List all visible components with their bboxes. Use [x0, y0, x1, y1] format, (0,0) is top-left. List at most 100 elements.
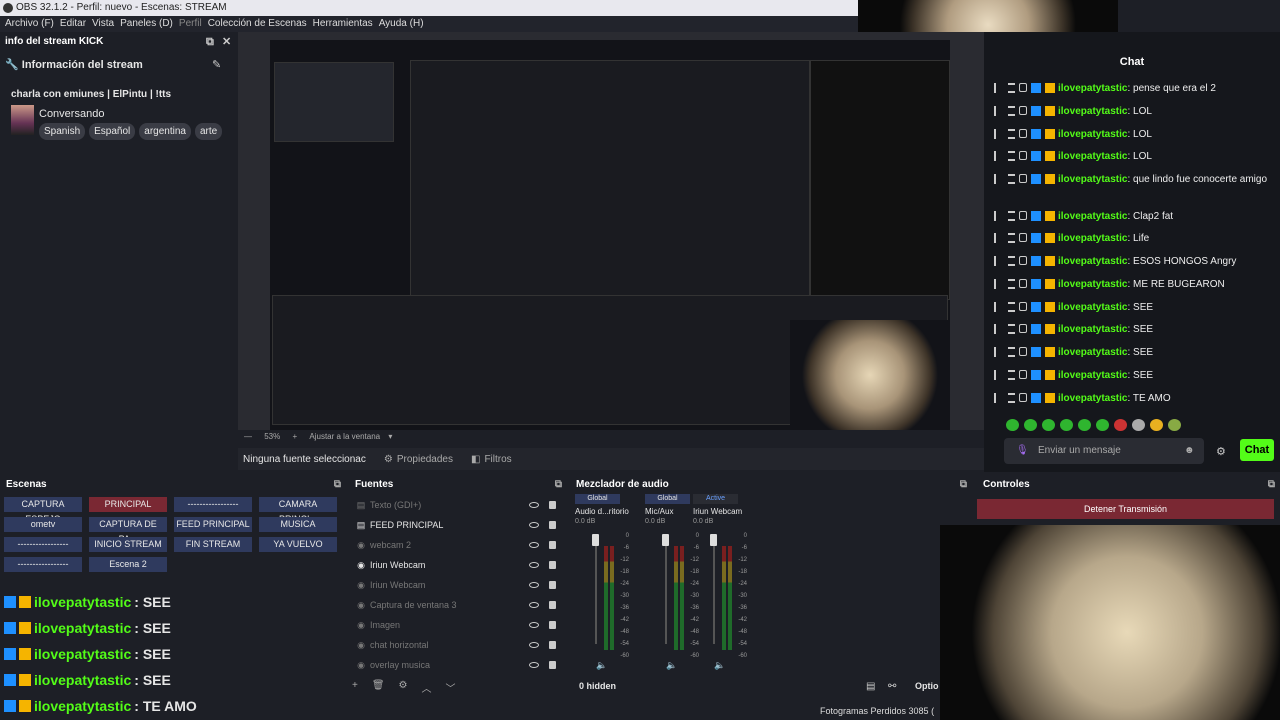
- properties-button[interactable]: ⚙ Propiedades: [384, 454, 453, 465]
- preview-area[interactable]: [238, 32, 984, 430]
- eye-icon[interactable]: [529, 562, 539, 568]
- speaker-icon[interactable]: 🔈: [666, 660, 677, 671]
- zoom-minus-icon[interactable]: —: [244, 432, 252, 441]
- float-icon[interactable]: ⧉: [206, 32, 214, 52]
- source-item[interactable]: ◉ Iriun Webcam: [356, 556, 556, 574]
- trash-icon[interactable]: [994, 324, 1004, 335]
- scene-button[interactable]: CAPTURA ESPEJO: [4, 497, 82, 524]
- lock-icon[interactable]: [549, 601, 556, 609]
- emote-icon[interactable]: [1168, 419, 1181, 431]
- microphone-icon[interactable]: 🎙: [1016, 438, 1029, 464]
- scene-button[interactable]: CAPTURA DE PA...: [89, 517, 167, 544]
- shield-icon[interactable]: [1019, 393, 1027, 403]
- gear-icon[interactable]: ⚙: [399, 680, 408, 694]
- trash-icon[interactable]: [994, 233, 1004, 244]
- trash-icon[interactable]: [994, 347, 1004, 358]
- lock-icon[interactable]: [549, 661, 556, 669]
- trash-icon[interactable]: [994, 393, 1004, 404]
- list-icon[interactable]: ▤: [866, 681, 875, 692]
- chat-username[interactable]: ilovepatytastic: [1058, 129, 1127, 140]
- menu-herramientas[interactable]: Herramientas: [310, 16, 376, 32]
- source-item[interactable]: ◉ Captura de ventana 3: [356, 596, 556, 614]
- emote-icon[interactable]: [1042, 419, 1055, 431]
- volume-fader[interactable]: [665, 536, 667, 644]
- eye-icon[interactable]: [529, 542, 539, 548]
- chevron-down-icon[interactable]: ▾: [388, 432, 392, 441]
- timeout-icon[interactable]: [1008, 233, 1015, 244]
- lock-icon[interactable]: [549, 501, 556, 509]
- timeout-icon[interactable]: [1008, 324, 1015, 335]
- lock-icon[interactable]: [549, 641, 556, 649]
- send-chat-button[interactable]: Chat: [1240, 439, 1274, 461]
- chat-username[interactable]: ilovepatytastic: [1058, 279, 1127, 290]
- eye-icon[interactable]: [529, 602, 539, 608]
- timeout-icon[interactable]: [1008, 279, 1015, 290]
- shield-icon[interactable]: [1019, 256, 1027, 266]
- timeout-icon[interactable]: [1008, 174, 1015, 185]
- settings-gear-icon[interactable]: ⚙: [1216, 445, 1226, 458]
- shield-icon[interactable]: [1019, 151, 1027, 161]
- chat-username[interactable]: ilovepatytastic: [1058, 347, 1127, 358]
- trash-icon[interactable]: [994, 174, 1004, 185]
- eye-icon[interactable]: [529, 662, 539, 668]
- stop-stream-button[interactable]: Detener Transmisión: [977, 499, 1274, 519]
- source-item[interactable]: ◉ Imagen: [356, 616, 556, 634]
- scene-button[interactable]: FEED PRINCIPAL: [174, 517, 252, 532]
- chat-username[interactable]: ilovepatytastic: [1058, 106, 1127, 117]
- shield-icon[interactable]: [1019, 302, 1027, 312]
- fit-window[interactable]: Ajustar a la ventana: [309, 432, 380, 441]
- menu-vista[interactable]: Vista: [89, 16, 117, 32]
- emote-icon[interactable]: [1114, 419, 1127, 431]
- shield-icon[interactable]: [1019, 324, 1027, 334]
- menu-perfil[interactable]: Perfil: [176, 16, 205, 32]
- emote-icon[interactable]: [1096, 419, 1109, 431]
- timeout-icon[interactable]: [1008, 256, 1015, 267]
- menu-coleccion[interactable]: Colección de Escenas: [205, 16, 310, 32]
- float-icon[interactable]: ⧉: [334, 477, 341, 493]
- emoji-icon[interactable]: ☻: [1184, 438, 1195, 464]
- scene-button[interactable]: INICIO STREAM: [89, 537, 167, 552]
- scene-button[interactable]: -----------------: [4, 557, 82, 572]
- source-item[interactable]: ◉ overlay musica: [356, 656, 556, 674]
- source-item[interactable]: ◉ chat horizontal: [356, 636, 556, 654]
- trash-icon[interactable]: [994, 83, 1004, 94]
- shield-icon[interactable]: [1019, 83, 1027, 93]
- lock-icon[interactable]: [549, 541, 556, 549]
- timeout-icon[interactable]: [1008, 347, 1015, 358]
- chat-username[interactable]: ilovepatytastic: [1058, 393, 1127, 404]
- chevron-up-icon[interactable]: ︿: [422, 680, 432, 695]
- emote-icon[interactable]: [1006, 419, 1019, 431]
- trash-icon[interactable]: [994, 302, 1004, 313]
- chat-input[interactable]: 🎙 Enviar un mensaje ☻: [1004, 438, 1204, 464]
- chat-username[interactable]: ilovepatytastic: [1058, 302, 1127, 313]
- lock-icon[interactable]: [549, 521, 556, 529]
- trash-icon[interactable]: [994, 211, 1004, 222]
- chat-username[interactable]: ilovepatytastic: [1058, 211, 1127, 222]
- menu-ayuda[interactable]: Ayuda (H): [376, 16, 427, 32]
- options-label[interactable]: Optio: [915, 681, 939, 691]
- float-icon[interactable]: ⧉: [960, 477, 967, 493]
- volume-fader[interactable]: [713, 536, 715, 644]
- eye-icon[interactable]: [529, 582, 539, 588]
- chat-username[interactable]: ilovepatytastic: [1058, 256, 1127, 267]
- eye-icon[interactable]: [529, 642, 539, 648]
- chat-username[interactable]: ilovepatytastic: [1058, 174, 1127, 185]
- shield-icon[interactable]: [1019, 174, 1027, 184]
- speaker-icon[interactable]: 🔈: [714, 660, 725, 671]
- close-icon[interactable]: ✕: [222, 32, 231, 52]
- timeout-icon[interactable]: [1008, 151, 1015, 162]
- source-item[interactable]: ◉ webcam 2: [356, 536, 556, 554]
- volume-fader[interactable]: [595, 536, 597, 644]
- lock-icon[interactable]: [549, 561, 556, 569]
- chat-username[interactable]: ilovepatytastic: [1058, 233, 1127, 244]
- timeout-icon[interactable]: [1008, 106, 1015, 117]
- scene-button[interactable]: MUSICA: [259, 517, 337, 532]
- preview-canvas[interactable]: [270, 40, 950, 430]
- scene-button[interactable]: -----------------: [4, 537, 82, 552]
- scene-button[interactable]: CAMARA PRINCI...: [259, 497, 337, 524]
- shield-icon[interactable]: [1019, 211, 1027, 221]
- trash-icon[interactable]: [994, 279, 1004, 290]
- timeout-icon[interactable]: [1008, 83, 1015, 94]
- filters-button[interactable]: ◧ Filtros: [471, 454, 512, 465]
- shield-icon[interactable]: [1019, 129, 1027, 139]
